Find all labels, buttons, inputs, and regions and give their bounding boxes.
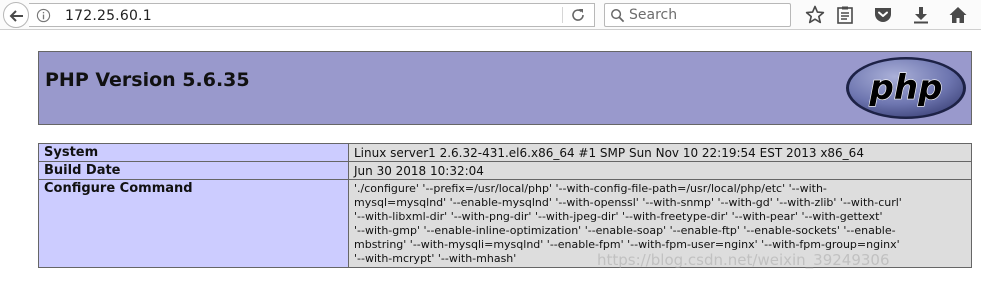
row-label: System (38, 143, 349, 162)
star-icon (805, 5, 825, 24)
search-icon (611, 9, 625, 23)
php-info-header: PHP Version 5.6.35 php (38, 51, 972, 125)
row-label: Build Date (38, 161, 349, 180)
php-logo-text: php (869, 68, 943, 108)
pocket-icon (875, 8, 891, 22)
info-table: System Linux server1 2.6.32-431.el6.x86_… (38, 143, 972, 268)
reload-icon[interactable] (570, 7, 586, 23)
bookmark-star-button[interactable] (804, 4, 826, 26)
downloads-button[interactable] (910, 4, 932, 26)
row-value: Linux server1 2.6.32-431.el6.x86_64 #1 S… (348, 143, 972, 162)
browser-toolbar: 172.25.60.1 (0, 0, 981, 30)
home-icon (949, 7, 967, 23)
url-text[interactable]: 172.25.60.1 (65, 8, 152, 24)
row-label: Configure Command (38, 179, 349, 268)
row-value: './configure' '--prefix=/usr/local/php' … (348, 179, 972, 268)
pocket-button[interactable] (872, 4, 894, 26)
page-title: PHP Version 5.6.35 (45, 69, 250, 91)
table-row: Configure Command './configure' '--prefi… (38, 179, 972, 268)
search-box[interactable] (604, 3, 791, 27)
home-button[interactable] (947, 4, 969, 26)
back-arrow-icon (9, 10, 23, 22)
download-arrow-icon (914, 7, 928, 24)
divider (562, 7, 563, 23)
info-icon[interactable] (36, 8, 51, 23)
search-input[interactable] (629, 6, 784, 24)
address-bar[interactable]: 172.25.60.1 (29, 3, 595, 27)
row-value: Jun 30 2018 10:32:04 (348, 161, 972, 180)
php-logo-icon: php (846, 57, 966, 119)
table-row: System Linux server1 2.6.32-431.el6.x86_… (38, 143, 972, 162)
table-row: Build Date Jun 30 2018 10:32:04 (38, 161, 972, 180)
clipboard-icon (837, 6, 853, 24)
back-button[interactable] (3, 2, 29, 28)
reading-list-button[interactable] (834, 4, 856, 26)
